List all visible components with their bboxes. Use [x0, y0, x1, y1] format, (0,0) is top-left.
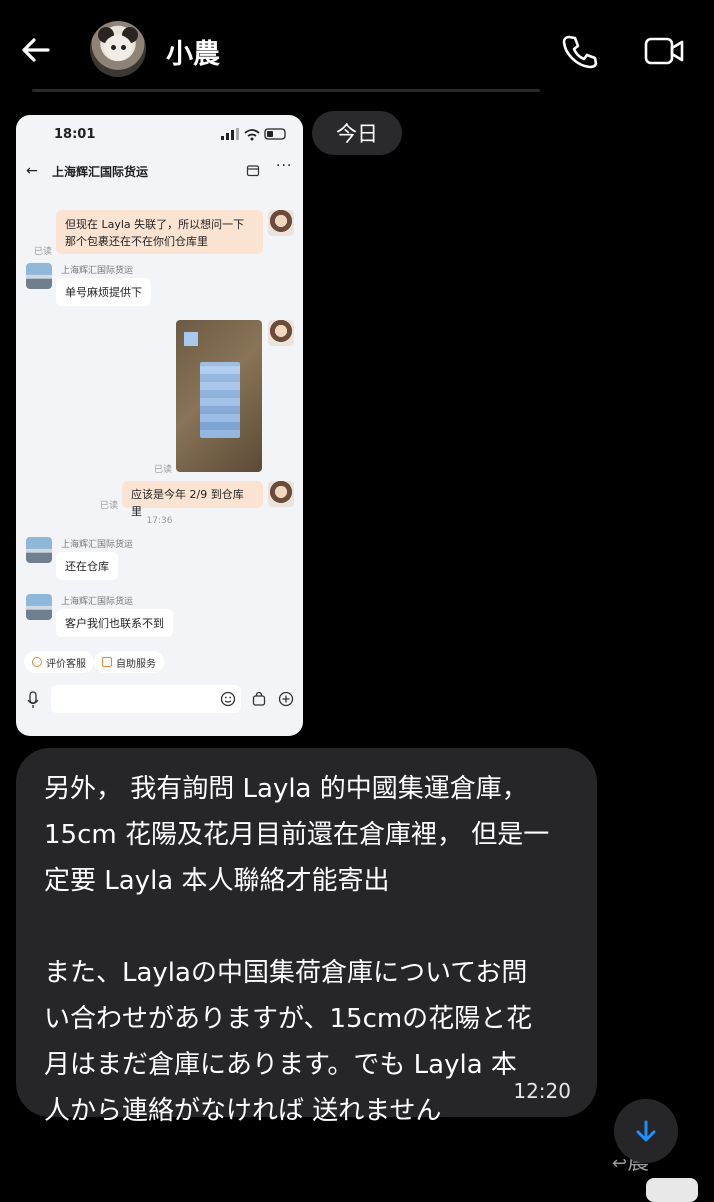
store-icon — [246, 165, 260, 177]
quick-action-label: 自助服务 — [116, 658, 156, 670]
my-avatar — [268, 481, 294, 507]
sender-name: 上海辉汇国际货运 — [61, 266, 134, 276]
chat-header: 小農 — [0, 0, 714, 92]
avatar[interactable] — [90, 21, 146, 77]
message-text-japanese: また、Laylaの中国集荷倉庫についてお問 い合わせがありますが、15cmの花陽… — [44, 958, 533, 1126]
inner-chat-title: 上海辉汇国际货运 — [52, 165, 149, 179]
message-text-chinese: 另外， 我有詢問 Layla 的中國集運倉庫， 15cm 花陽及花月目前還在倉庫… — [44, 774, 550, 896]
smile-icon — [32, 657, 42, 667]
merchant-avatar — [26, 594, 52, 620]
read-receipt: 已读 — [100, 501, 119, 511]
message-time: 12:20 — [513, 1079, 571, 1103]
status-time: 18:01 — [54, 127, 96, 142]
message-bubble-received: 单号麻烦提供下 — [56, 278, 151, 306]
message-bubble-received: 客户我们也联系不到 — [56, 609, 173, 637]
message-bubble-sent: 应该是今年 2/9 到仓库里 — [122, 481, 263, 518]
emoji-icon — [220, 691, 236, 707]
bag-icon — [252, 691, 266, 706]
date-divider: 今日 — [312, 111, 402, 155]
header-divider — [32, 89, 540, 92]
sender-name: 上海辉汇国际货运 — [61, 597, 134, 607]
inner-chat-header: ← 上海辉汇国际货运 ··· — [16, 155, 303, 191]
quick-action-label: 评价客服 — [46, 658, 86, 670]
timestamp: 17:36 — [146, 516, 173, 526]
status-bar-icons — [221, 128, 286, 141]
merchant-avatar — [26, 537, 52, 563]
inner-message-field — [51, 685, 241, 713]
read-receipt: 已读 — [154, 465, 173, 475]
reply-arrow-icon: ↩ — [612, 1153, 628, 1174]
merchant-avatar — [26, 263, 52, 289]
message-bubble-received: 还在仓库 — [56, 552, 118, 580]
scroll-to-bottom-button[interactable] — [614, 1099, 678, 1163]
service-icon — [102, 657, 112, 667]
back-arrow-icon[interactable] — [18, 32, 54, 68]
inner-input-bar — [16, 681, 303, 721]
blurred-patch — [184, 332, 198, 346]
read-receipt: 已读 — [34, 247, 53, 257]
shared-screenshot-image[interactable]: 18:01 ← 上海辉汇国际货运 ··· 但现在 Layla 失联了，所以想问一… — [16, 115, 303, 736]
arrow-down-icon — [636, 1120, 656, 1142]
message-bubble-sent: 但现在 Layla 失联了，所以想问一下那个包裹还在不在你们仓库里 — [56, 210, 263, 254]
microphone-icon — [27, 691, 39, 708]
my-avatar — [268, 320, 294, 346]
my-avatar — [268, 210, 294, 236]
contact-name[interactable]: 小農 — [166, 32, 220, 71]
video-camera-icon[interactable] — [643, 32, 685, 70]
message-bubble-received[interactable]: 另外， 我有詢問 Layla 的中國集運倉庫， 15cm 花陽及花月目前還在倉庫… — [16, 748, 597, 1126]
rate-service-button: 评价客服 — [24, 651, 94, 673]
attachment-thumbnail[interactable] — [646, 1178, 698, 1202]
sender-name: 上海辉汇国际货运 — [61, 540, 134, 550]
blurred-label — [200, 362, 240, 438]
self-service-button: 自助服务 — [94, 651, 164, 673]
inner-back-icon: ← — [26, 163, 38, 179]
phone-icon[interactable] — [560, 32, 598, 70]
more-icon: ··· — [276, 158, 293, 174]
plus-icon — [278, 691, 294, 707]
package-photo — [176, 320, 262, 472]
